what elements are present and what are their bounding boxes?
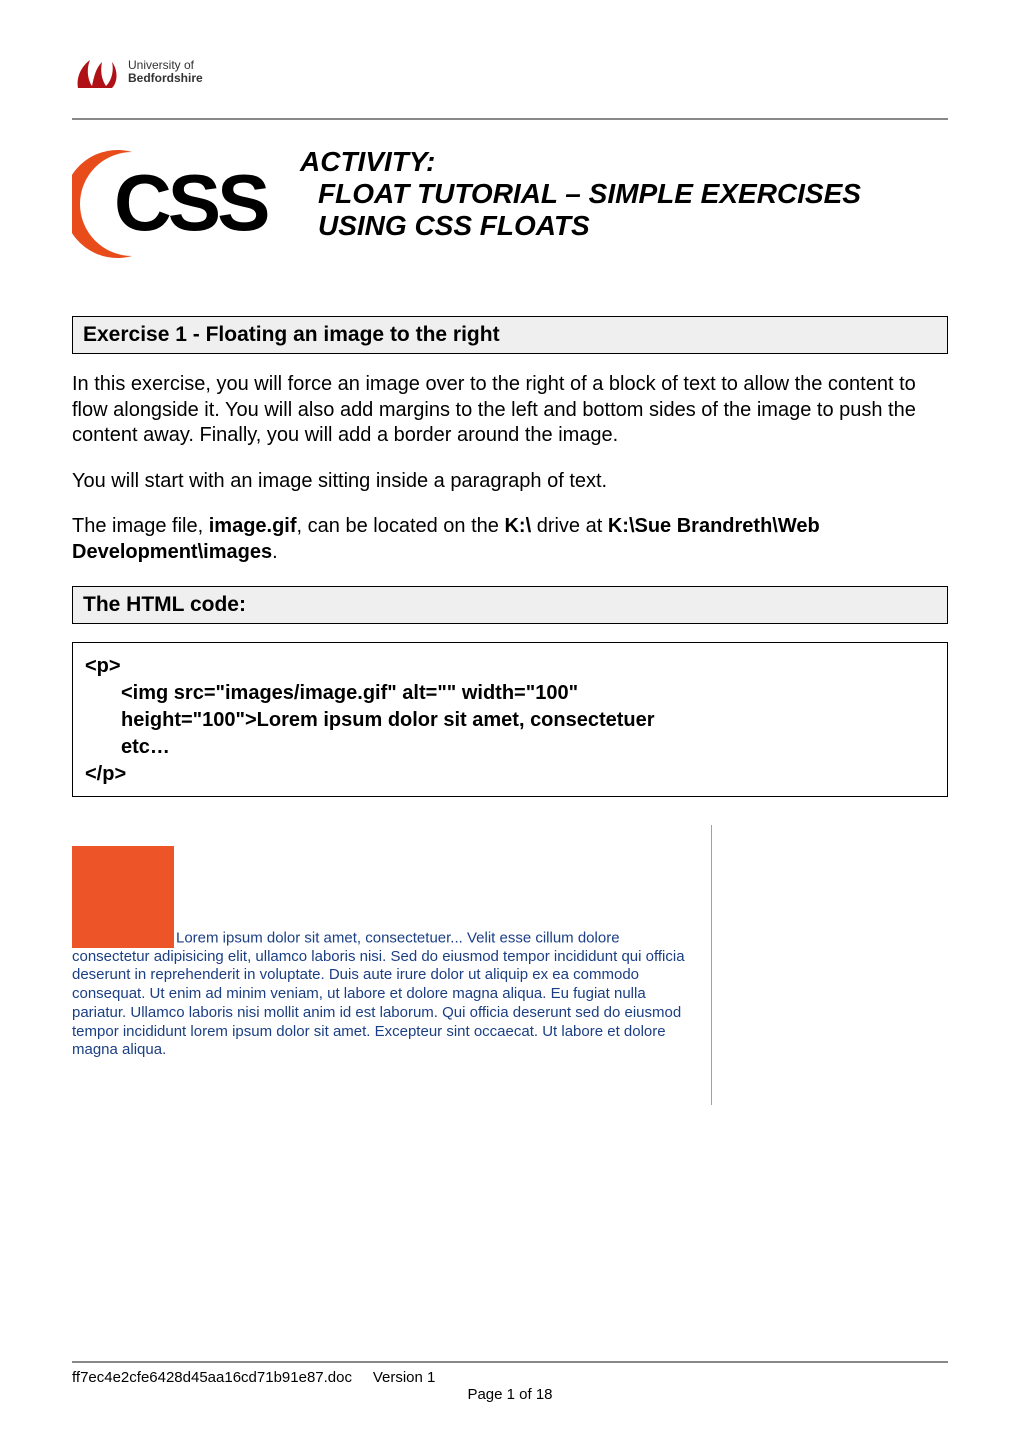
p3-pre: The image file,: [72, 515, 209, 537]
activity-label: ACTIVITY:: [300, 146, 861, 178]
code-line-1: <p>: [85, 655, 121, 677]
example-image-placeholder: [72, 846, 174, 948]
code-line-5: </p>: [85, 763, 126, 785]
p3-code1: image.gif: [209, 515, 297, 537]
activity-subtitle-2: USING CSS FLOATS: [318, 210, 861, 242]
css-badge-icon: CSS: [72, 144, 282, 264]
example-render: Lorem ipsum dolor sit amet, consectetuer…: [72, 825, 712, 1106]
header-rule: [72, 118, 948, 120]
footer-rule: [72, 1361, 948, 1363]
p3-code2: K:\: [504, 515, 531, 537]
footer-version: Version 1: [373, 1369, 436, 1386]
exercise1-heading: Exercise 1 - Floating an image to the ri…: [72, 316, 948, 354]
footer-filename: ff7ec4e2cfe6428d45aa16cd71b91e87.doc: [72, 1369, 352, 1386]
p3-mid2: drive at: [531, 515, 608, 537]
exercise1-paragraph-3: The image file, image.gif, can be locate…: [72, 514, 948, 565]
code-line-4: etc…: [85, 734, 935, 761]
code-block: <p> <img src="images/image.gif" alt="" w…: [72, 642, 948, 797]
html-code-heading: The HTML code:: [72, 586, 948, 624]
page-footer: ff7ec4e2cfe6428d45aa16cd71b91e87.doc Ver…: [72, 1354, 948, 1404]
footer-page-number: Page 1 of 18: [72, 1386, 948, 1403]
activity-title-row: CSS ACTIVITY: FLOAT TUTORIAL – SIMPLE EX…: [72, 144, 948, 264]
header-logo: University of Bedfordshire: [72, 52, 948, 92]
logo-line2: Bedfordshire: [128, 72, 203, 85]
activity-subtitle-1: FLOAT TUTORIAL – SIMPLE EXERCISES: [318, 178, 861, 210]
css-badge-text: CSS: [114, 158, 268, 247]
p3-post: .: [272, 541, 278, 563]
footer-row-1: ff7ec4e2cfe6428d45aa16cd71b91e87.doc Ver…: [72, 1369, 948, 1386]
example-paragraph: Lorem ipsum dolor sit amet, consectetuer…: [72, 846, 691, 1061]
code-line-2: <img src="images/image.gif" alt="" width…: [85, 680, 935, 707]
page: University of Bedfordshire CSS ACTIVITY:…: [0, 0, 1020, 1443]
exercise1-paragraph-1: In this exercise, you will force an imag…: [72, 372, 948, 449]
university-logo-icon: [72, 52, 120, 92]
exercise1-paragraph-2: You will start with an image sitting ins…: [72, 469, 948, 495]
university-logo-text: University of Bedfordshire: [128, 59, 203, 85]
example-text: Lorem ipsum dolor sit amet, consectetuer…: [72, 929, 685, 1059]
p3-mid: , can be located on the: [297, 515, 505, 537]
activity-titles: ACTIVITY: FLOAT TUTORIAL – SIMPLE EXERCI…: [300, 146, 861, 242]
code-line-3: height="100">Lorem ipsum dolor sit amet,…: [85, 707, 935, 734]
